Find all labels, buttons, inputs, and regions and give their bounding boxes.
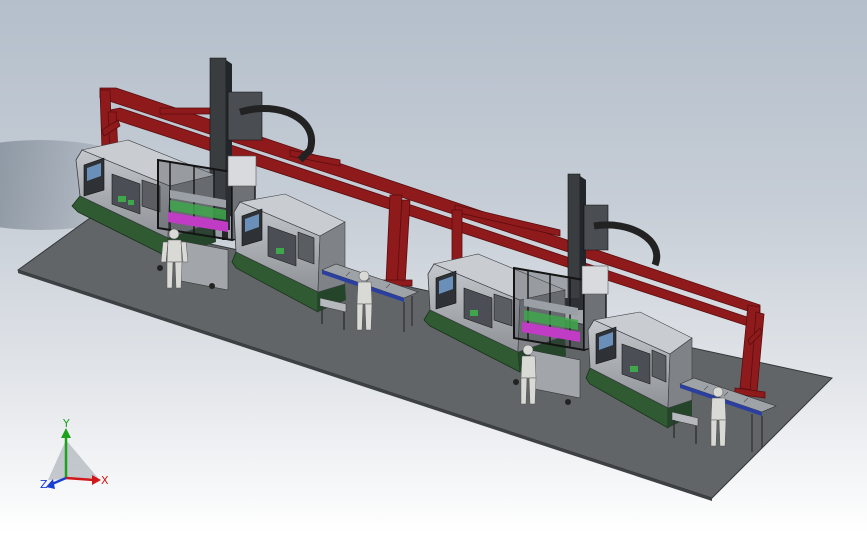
assembly-view: Y X Z [0, 57, 834, 501]
triad-y-label: Y [62, 417, 70, 430]
coordinate-triad[interactable]: Y X Z [40, 417, 109, 491]
cad-viewport[interactable]: Y X Z [0, 0, 867, 533]
triad-x-label: X [101, 474, 109, 487]
floor-plate [16, 217, 834, 501]
triad-z-label: Z [40, 478, 48, 491]
